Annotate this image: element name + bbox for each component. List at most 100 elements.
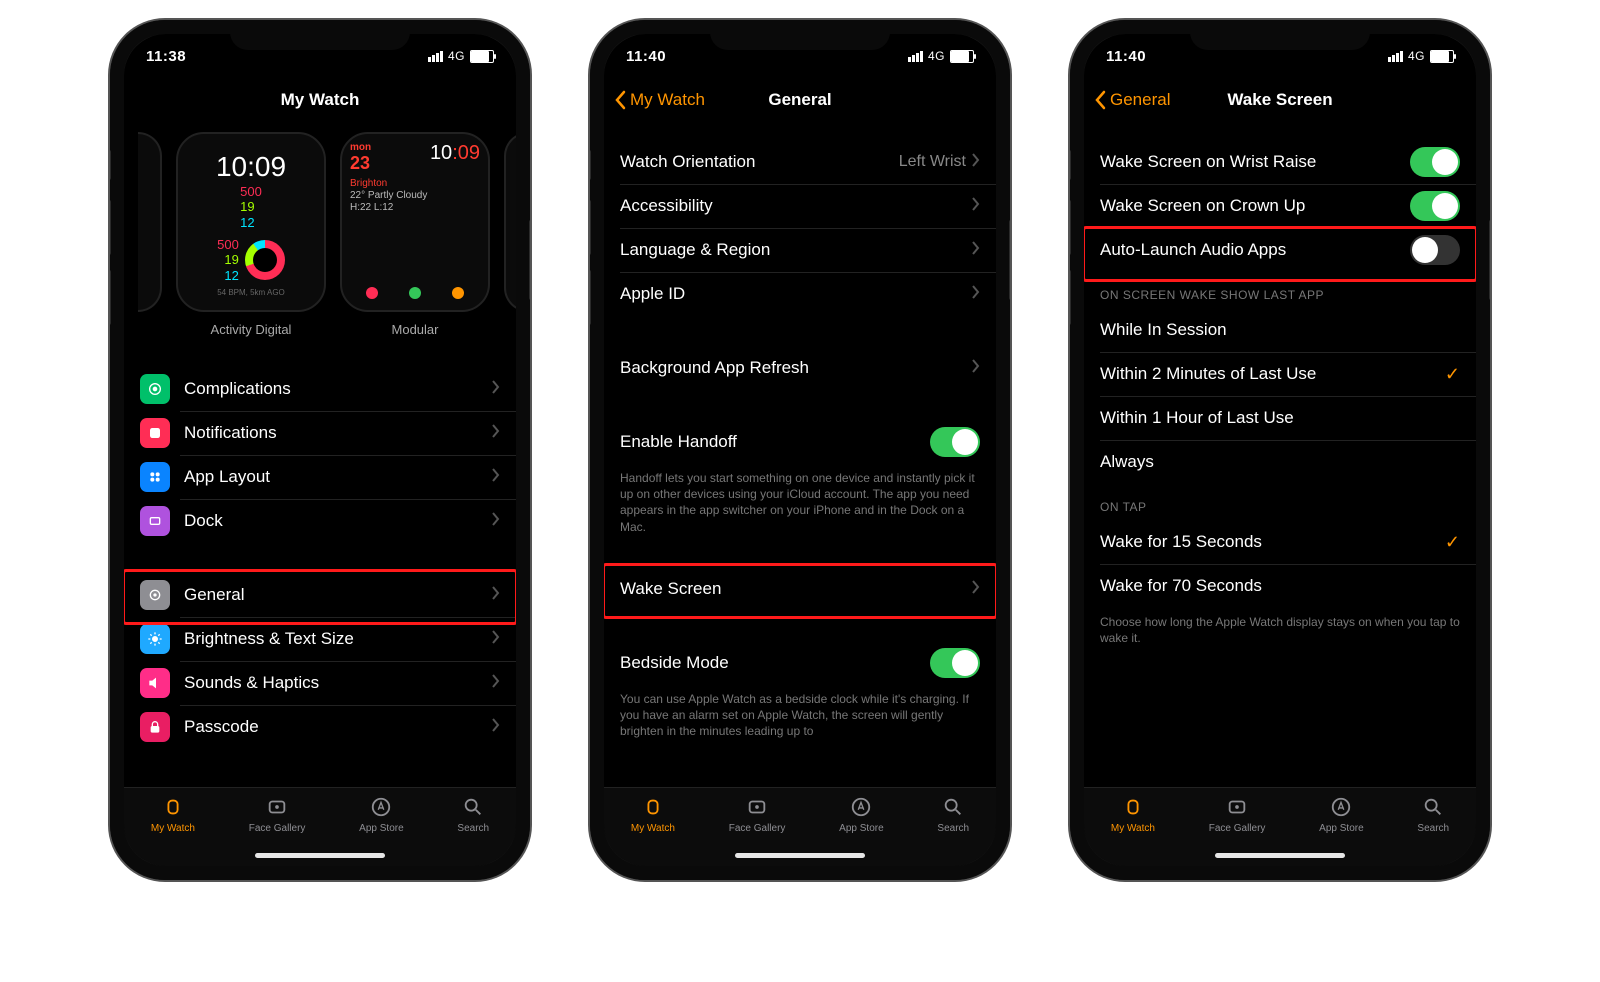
row-general[interactable]: General (124, 573, 516, 617)
sounds-icon (140, 668, 170, 698)
signal-icon (428, 51, 443, 62)
facegallery-icon (744, 794, 770, 820)
tab-mywatch[interactable]: My Watch (631, 794, 675, 834)
status-time: 11:40 (626, 48, 666, 65)
tab-facegallery[interactable]: Face Gallery (1209, 794, 1266, 834)
handoff-footer: Handoff lets you start something on one … (604, 464, 996, 537)
tab-search[interactable]: Search (937, 794, 969, 834)
face-activity-digital[interactable]: 10:09 500 19 12 500 19 12 (176, 132, 326, 337)
row-accessibility[interactable]: Accessibility (604, 184, 996, 228)
mywatch-icon (640, 794, 666, 820)
row-appleid[interactable]: Apple ID (604, 272, 996, 316)
option-70s[interactable]: Wake for 70 Seconds (1084, 564, 1476, 608)
row-orientation[interactable]: Watch Orientation Left Wrist (604, 140, 996, 184)
row-notifications[interactable]: Notifications (124, 411, 516, 455)
status-time: 11:38 (146, 48, 186, 65)
chevron-right-icon (492, 673, 500, 693)
tab-search[interactable]: Search (1417, 794, 1449, 834)
chevron-right-icon (492, 511, 500, 531)
row-bgrefresh[interactable]: Background App Refresh (604, 346, 996, 390)
toggle-crown[interactable] (1410, 191, 1460, 221)
facegallery-icon (264, 794, 290, 820)
watch-faces-row[interactable]: 10:09 500 19 12 500 19 12 (124, 122, 516, 337)
toggle-bedside[interactable] (930, 648, 980, 678)
checkmark-icon: ✓ (1445, 532, 1460, 553)
phone-1: 11:38 4G My Watch 10:09 5 (110, 20, 530, 880)
home-indicator[interactable] (735, 853, 865, 858)
group-header-ontap: ON TAP (1084, 484, 1476, 520)
page-title: Wake Screen (1227, 90, 1332, 110)
row-handoff[interactable]: Enable Handoff (604, 420, 996, 464)
home-indicator[interactable] (255, 853, 385, 858)
tab-mywatch[interactable]: My Watch (151, 794, 195, 834)
tab-facegallery[interactable]: Face Gallery (729, 794, 786, 834)
tab-mywatch[interactable]: My Watch (1111, 794, 1155, 834)
applayout-icon (140, 462, 170, 492)
appstore-icon (1328, 794, 1354, 820)
chevron-right-icon (492, 423, 500, 443)
search-icon (460, 794, 486, 820)
row-applayout[interactable]: App Layout (124, 455, 516, 499)
tab-facegallery[interactable]: Face Gallery (249, 794, 306, 834)
carrier-label: 4G (448, 49, 465, 63)
option-2min[interactable]: Within 2 Minutes of Last Use ✓ (1084, 352, 1476, 396)
chevron-right-icon (972, 579, 980, 599)
row-language[interactable]: Language & Region (604, 228, 996, 272)
toggle-wrist[interactable] (1410, 147, 1460, 177)
row-passcode[interactable]: Passcode (124, 705, 516, 749)
row-sounds[interactable]: Sounds & Haptics (124, 661, 516, 705)
row-crown[interactable]: Wake Screen on Crown Up (1084, 184, 1476, 228)
brightness-icon (140, 624, 170, 654)
row-complications[interactable]: Complications (124, 367, 516, 411)
chevron-left-icon (1094, 90, 1106, 110)
row-wrist[interactable]: Wake Screen on Wrist Raise (1084, 140, 1476, 184)
group-header-lastapp: ON SCREEN WAKE SHOW LAST APP (1084, 272, 1476, 308)
battery-icon (470, 50, 494, 63)
toggle-audio[interactable] (1410, 235, 1460, 265)
toggle-handoff[interactable] (930, 427, 980, 457)
chevron-right-icon (972, 240, 980, 260)
tab-appstore[interactable]: App Store (839, 794, 883, 834)
face-modular[interactable]: mon23 10:09 Brighton 22° Partly Cloudy H… (340, 132, 490, 337)
chevron-left-icon (614, 90, 626, 110)
option-always[interactable]: Always (1084, 440, 1476, 484)
complications-icon (140, 374, 170, 404)
chevron-right-icon (492, 585, 500, 605)
chevron-right-icon (492, 379, 500, 399)
chevron-right-icon (972, 358, 980, 378)
tab-appstore[interactable]: App Store (1319, 794, 1363, 834)
checkmark-icon: ✓ (1445, 364, 1460, 385)
chevron-right-icon (972, 284, 980, 304)
activity-rings-icon (245, 240, 285, 280)
ontap-footer: Choose how long the Apple Watch display … (1084, 608, 1476, 648)
option-1hr[interactable]: Within 1 Hour of Last Use (1084, 396, 1476, 440)
chevron-right-icon (492, 717, 500, 737)
option-15s[interactable]: Wake for 15 Seconds ✓ (1084, 520, 1476, 564)
row-audio[interactable]: Auto-Launch Audio Apps (1084, 228, 1476, 272)
dock-icon (140, 506, 170, 536)
chevron-right-icon (972, 152, 980, 172)
home-indicator[interactable] (1215, 853, 1345, 858)
status-time: 11:40 (1106, 48, 1146, 65)
back-button[interactable]: My Watch (614, 90, 705, 110)
notch (230, 20, 410, 50)
row-dock[interactable]: Dock (124, 499, 516, 543)
row-wake-screen[interactable]: Wake Screen (604, 567, 996, 611)
chevron-right-icon (492, 629, 500, 649)
phone-3: 11:40 4G General Wake Screen Wake Screen… (1070, 20, 1490, 880)
appstore-icon (848, 794, 874, 820)
search-icon (1420, 794, 1446, 820)
back-button[interactable]: General (1094, 90, 1170, 110)
page-title: General (768, 90, 831, 110)
notifications-icon (140, 418, 170, 448)
tab-search[interactable]: Search (457, 794, 489, 834)
tab-appstore[interactable]: App Store (359, 794, 403, 834)
row-bedside[interactable]: Bedside Mode (604, 641, 996, 685)
chevron-right-icon (492, 467, 500, 487)
mywatch-icon (160, 794, 186, 820)
chevron-right-icon (972, 196, 980, 216)
mywatch-icon (1120, 794, 1146, 820)
option-session[interactable]: While In Session (1084, 308, 1476, 352)
row-brightness[interactable]: Brightness & Text Size (124, 617, 516, 661)
nav-header: My Watch (124, 78, 516, 122)
